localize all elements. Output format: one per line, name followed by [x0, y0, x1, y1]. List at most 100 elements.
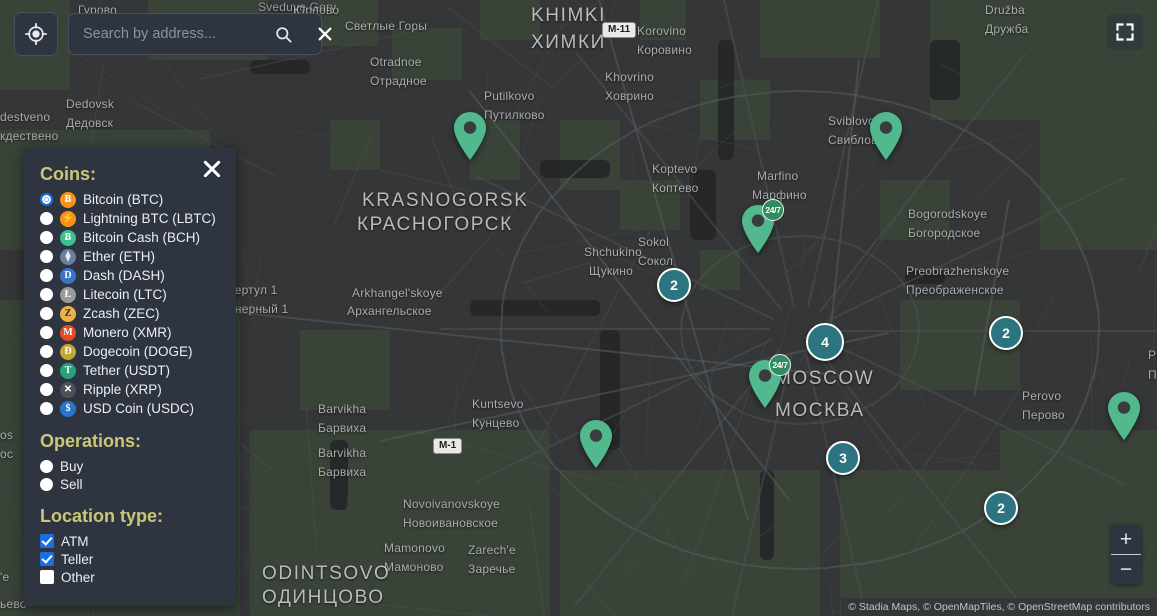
map-label: KHIMKI: [531, 5, 606, 27]
coin-radio[interactable]: [40, 364, 53, 377]
operation-radio[interactable]: [40, 478, 53, 491]
coin-icon: ⚡: [60, 211, 76, 227]
map-attribution[interactable]: © Stadia Maps, © OpenMapTiles, © OpenStr…: [841, 598, 1157, 616]
map-label: Архангельское: [347, 304, 432, 318]
zoom-controls[interactable]: + −: [1111, 525, 1141, 584]
coin-icon: Z: [60, 306, 76, 322]
operation-radio[interactable]: [40, 460, 53, 473]
map-pin-marker[interactable]: [866, 110, 906, 162]
coin-option-row[interactable]: ✕ Ripple (XRP): [24, 380, 236, 399]
location-type-label: Teller: [61, 552, 93, 567]
coin-option-row[interactable]: ⧫ Ether (ETH): [24, 247, 236, 266]
fullscreen-button[interactable]: [1107, 14, 1143, 50]
location-type-option-row[interactable]: Teller: [24, 550, 236, 568]
map-label: КРАСНОГОРСК: [357, 214, 513, 236]
map-label: Перово: [1022, 408, 1065, 422]
coin-radio[interactable]: [40, 288, 53, 301]
map-pin-marker[interactable]: 24/7: [738, 203, 778, 255]
location-pin-icon: [1104, 390, 1144, 442]
location-pin-icon: [450, 110, 490, 162]
marker-cluster[interactable]: 2: [657, 268, 691, 302]
zoom-in-button[interactable]: +: [1111, 525, 1141, 554]
location-type-checkbox[interactable]: [40, 570, 54, 584]
coin-option-row[interactable]: Ƀ Bitcoin Cash (BCH): [24, 228, 236, 247]
coin-option-row[interactable]: M Monero (XMR): [24, 323, 236, 342]
coin-radio[interactable]: [40, 383, 53, 396]
coin-filter-list[interactable]: Ƀ Bitcoin (BTC) ⚡ Lightning BTC (LBTC) Ƀ Bitc…: [24, 190, 236, 418]
map-label: ХИМКИ: [531, 32, 606, 54]
badge-24-7: 24/7: [762, 199, 784, 221]
coin-label: Dogecoin (DOGE): [83, 344, 193, 359]
map-label: Arkhangel'skoye: [352, 286, 443, 300]
operations-section-title: Operations:: [24, 431, 236, 457]
coin-radio[interactable]: [40, 326, 53, 339]
search-input[interactable]: [83, 26, 270, 42]
operation-label: Buy: [60, 459, 83, 474]
coin-label: Lightning BTC (LBTC): [83, 211, 216, 226]
coin-radio[interactable]: [40, 269, 53, 282]
clear-search-icon[interactable]: [313, 26, 337, 42]
search-icon[interactable]: [270, 25, 297, 44]
operations-filter-list[interactable]: Buy Sell: [24, 457, 236, 493]
operation-option-row[interactable]: Sell: [24, 475, 236, 493]
coin-icon: Ł: [60, 287, 76, 303]
highway-shield: M-11: [602, 22, 636, 38]
map-pin-marker[interactable]: [450, 110, 490, 162]
coin-option-row[interactable]: Ƀ Bitcoin (BTC): [24, 190, 236, 209]
coin-label: Monero (XMR): [83, 325, 172, 340]
coin-radio[interactable]: [40, 212, 53, 225]
location-type-checkbox[interactable]: [40, 534, 54, 548]
coin-radio[interactable]: [40, 231, 53, 244]
coin-option-row[interactable]: $ USD Coin (USDC): [24, 399, 236, 418]
map-pin-marker[interactable]: [576, 418, 616, 470]
coin-radio[interactable]: [40, 250, 53, 263]
location-pin-icon: [576, 418, 616, 470]
coin-icon: D: [60, 268, 76, 284]
highway-shield: M-1: [433, 438, 462, 454]
geolocate-button[interactable]: [14, 12, 58, 56]
marker-cluster[interactable]: 2: [989, 316, 1023, 350]
coin-option-row[interactable]: Ð Dogecoin (DOGE): [24, 342, 236, 361]
search-bar[interactable]: [68, 13, 322, 55]
map-label: Khovrino: [605, 70, 654, 84]
location-type-filter-list[interactable]: ATM Teller Other: [24, 532, 236, 586]
coin-option-row[interactable]: D Dash (DASH): [24, 266, 236, 285]
marker-cluster[interactable]: 4: [806, 323, 844, 361]
coin-radio[interactable]: [40, 402, 53, 415]
crosshair-icon: [25, 23, 47, 45]
close-panel-icon[interactable]: [202, 159, 222, 183]
coin-option-row[interactable]: Z Zcash (ZEC): [24, 304, 236, 323]
map-pin-marker[interactable]: 24/7: [745, 358, 785, 410]
coin-option-row[interactable]: T Tether (USDT): [24, 361, 236, 380]
location-type-option-row[interactable]: ATM: [24, 532, 236, 550]
map-label: П: [1148, 368, 1157, 382]
map-pin-marker[interactable]: [1104, 390, 1144, 442]
coin-option-row[interactable]: ⚡ Lightning BTC (LBTC): [24, 209, 236, 228]
coin-icon: ✕: [60, 382, 76, 398]
coin-label: Zcash (ZEC): [83, 306, 160, 321]
location-type-checkbox[interactable]: [40, 552, 54, 566]
coin-label: Bitcoin (BTC): [83, 192, 163, 207]
location-section-title: Location type:: [24, 506, 236, 532]
coin-radio[interactable]: [40, 307, 53, 320]
coin-icon: ⧫: [60, 249, 76, 265]
coin-icon: Ƀ: [60, 230, 76, 246]
marker-cluster[interactable]: 2: [984, 491, 1018, 525]
zoom-out-button[interactable]: −: [1111, 555, 1141, 584]
coin-icon: M: [60, 325, 76, 341]
coin-radio[interactable]: [40, 345, 53, 358]
coin-label: Ripple (XRP): [83, 382, 162, 397]
coin-label: Dash (DASH): [83, 268, 165, 283]
map-top-controls: [14, 12, 322, 56]
coin-label: Ether (ETH): [83, 249, 155, 264]
coin-option-row[interactable]: Ł Litecoin (LTC): [24, 285, 236, 304]
location-type-option-row[interactable]: Other: [24, 568, 236, 586]
map-label: Преображенское: [906, 283, 1004, 297]
coin-icon: T: [60, 363, 76, 379]
location-type-label: ATM: [61, 534, 89, 549]
operation-option-row[interactable]: Buy: [24, 457, 236, 475]
marker-cluster[interactable]: 3: [826, 441, 860, 475]
badge-24-7: 24/7: [769, 354, 791, 376]
map-label: Perovo: [1022, 389, 1061, 403]
coin-radio[interactable]: [40, 193, 53, 206]
